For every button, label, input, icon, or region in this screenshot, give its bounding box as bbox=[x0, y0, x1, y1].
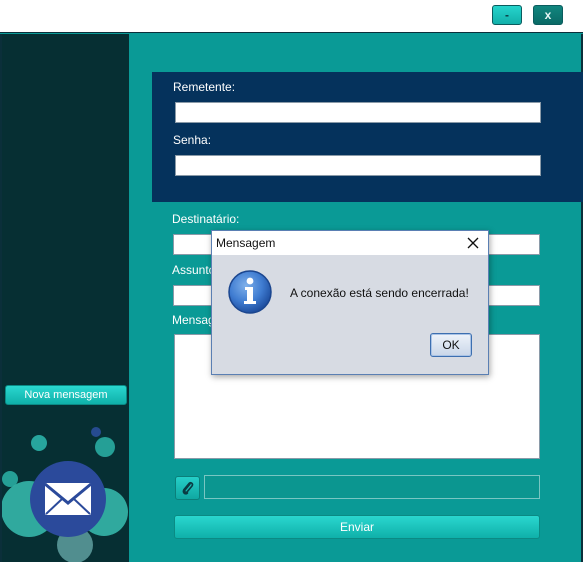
dialog-title-bar: Mensagem bbox=[212, 231, 488, 255]
message-dialog: Mensagem A conexão está sendo encerrada!… bbox=[211, 230, 489, 375]
new-message-button[interactable]: Nova mensagem bbox=[5, 385, 127, 405]
password-input[interactable] bbox=[175, 155, 541, 176]
close-window-button[interactable]: x bbox=[533, 5, 563, 25]
ok-button[interactable]: OK bbox=[430, 333, 472, 357]
send-button[interactable]: Enviar bbox=[174, 515, 540, 539]
minimize-button[interactable]: - bbox=[492, 5, 522, 25]
paperclip-icon bbox=[182, 481, 193, 495]
sender-input[interactable] bbox=[175, 102, 541, 123]
info-icon bbox=[228, 270, 272, 314]
password-label: Senha: bbox=[173, 133, 212, 147]
recipient-label: Destinatário: bbox=[172, 212, 240, 226]
window-title-bar: - x bbox=[0, 0, 583, 33]
dialog-message: A conexão está sendo encerrada! bbox=[290, 286, 469, 300]
sender-label: Remetente: bbox=[173, 80, 236, 94]
dialog-close-button[interactable] bbox=[462, 233, 484, 253]
sidebar: Nova mensagem bbox=[2, 34, 129, 562]
close-icon bbox=[467, 237, 479, 249]
envelope-logo-icon bbox=[2, 427, 128, 562]
dialog-title: Mensagem bbox=[216, 236, 276, 250]
attach-button[interactable] bbox=[175, 476, 200, 500]
attachment-path-field[interactable] bbox=[204, 475, 540, 499]
